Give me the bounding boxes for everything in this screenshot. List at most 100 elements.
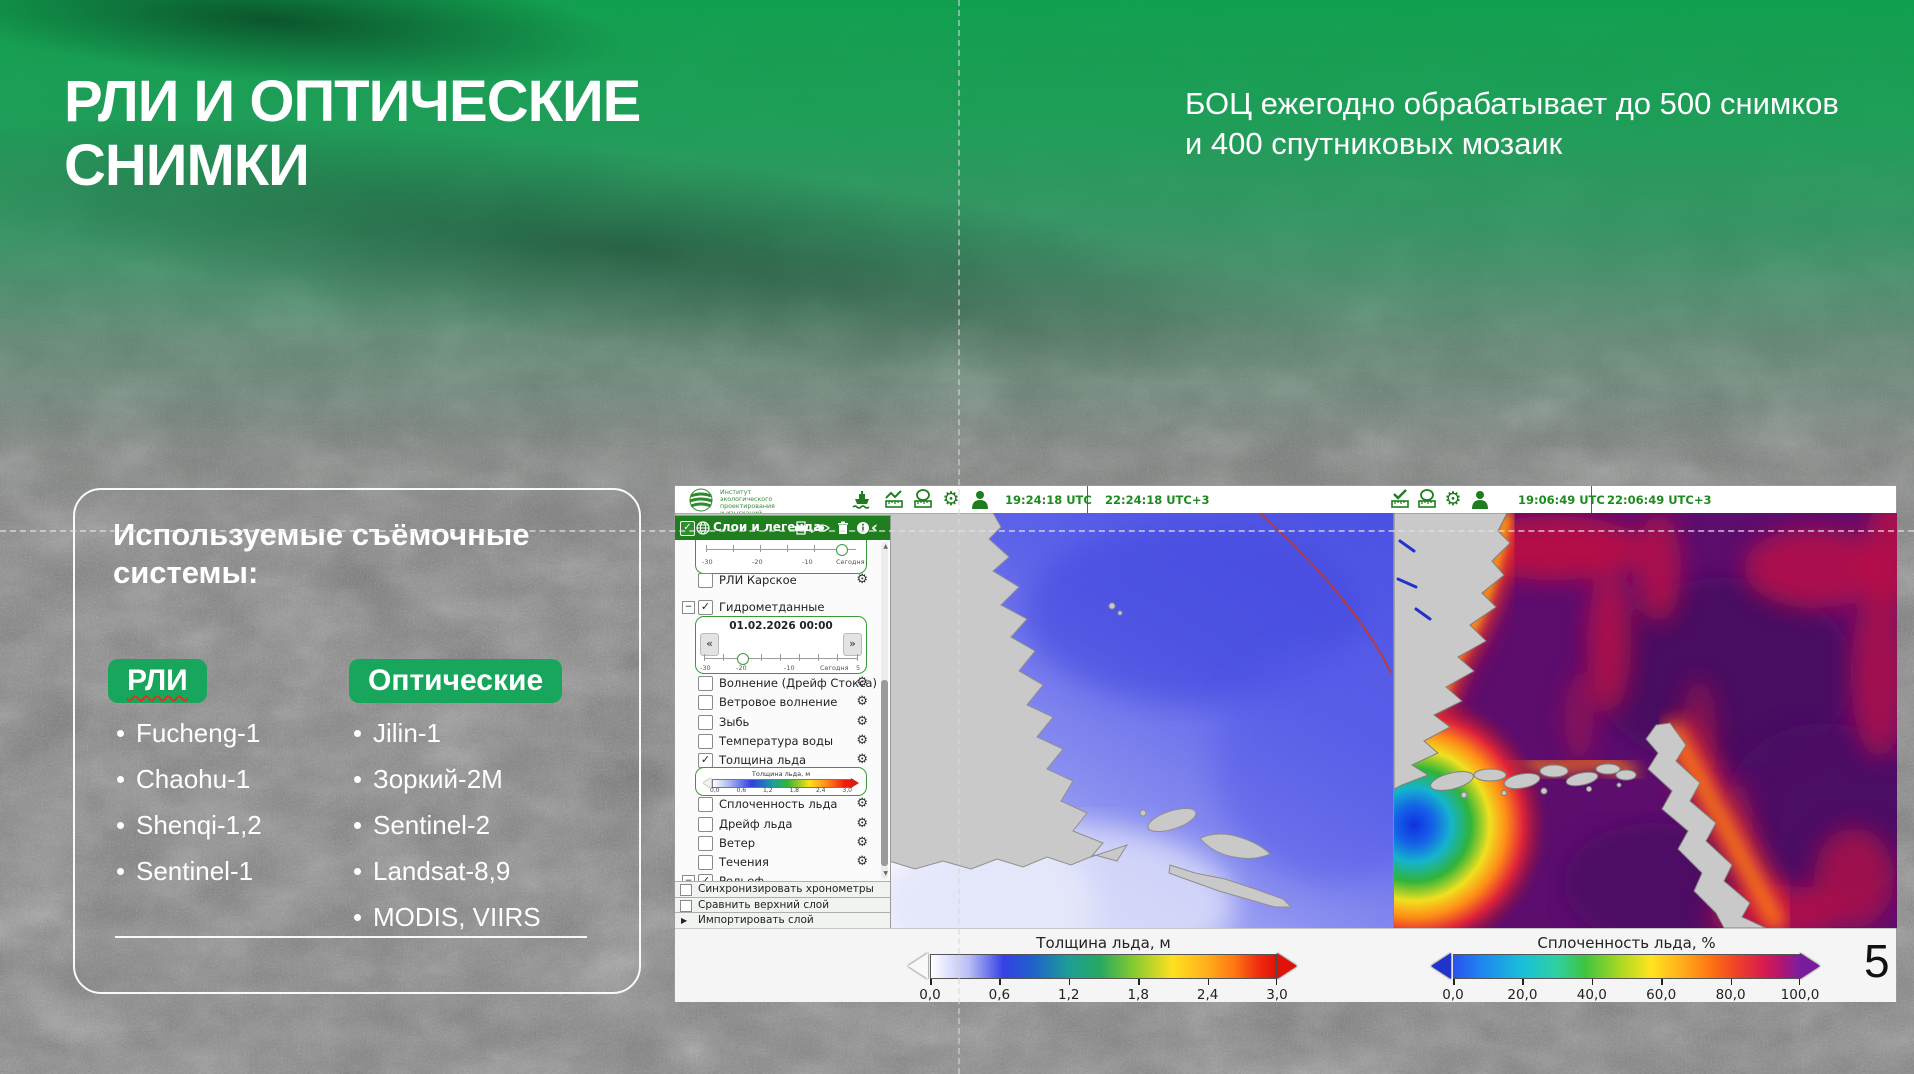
eye-icon[interactable] — [814, 520, 830, 536]
sync-checkbox[interactable] — [680, 884, 692, 896]
compare-checkbox[interactable] — [680, 900, 692, 912]
badge-optical: Оптические — [349, 659, 562, 703]
local-time-right: 22:06:49 UTC+3 — [1607, 493, 1711, 507]
timeline-label: -30 — [700, 664, 711, 672]
collapse-group-box[interactable]: − — [682, 601, 695, 614]
map-viewport-ice-concentration[interactable] — [1393, 513, 1897, 928]
current-datetime: 01.02.2026 00:00 — [696, 620, 866, 632]
layer-row[interactable]: Ветровое волнение ⚙ — [675, 693, 890, 711]
layer-checkbox[interactable]: ✓ — [698, 753, 713, 768]
layer-row-cut[interactable]: − ✓ Рельеф — [675, 872, 890, 881]
timeline-handle[interactable] — [836, 544, 848, 556]
layer-settings-gear-icon[interactable]: ⚙ — [856, 675, 868, 690]
utc-time-left: 19:24:18 UTC — [1005, 493, 1092, 507]
layer-row[interactable]: Температура воды ⚙ — [675, 732, 890, 750]
settings-gear-icon[interactable]: ⚙ — [939, 489, 963, 510]
badge-optical-label: Оптические — [368, 664, 543, 697]
systems-card: Используемые съёмочные системы: РЛИ Опти… — [73, 488, 641, 994]
timeline-label: Сегодня — [820, 664, 849, 672]
app-header: Институт экологического проектирования и… — [675, 486, 1896, 513]
layer-checkbox[interactable] — [698, 855, 713, 870]
layer-checkbox[interactable] — [698, 797, 713, 812]
settings-gear-icon[interactable]: ⚙ — [1441, 489, 1465, 510]
next-step-button[interactable]: » — [843, 633, 862, 656]
upper-layer-timeline[interactable]: -30 -20 -10 Сегодня — [695, 540, 867, 574]
layer-checkbox[interactable] — [698, 676, 713, 691]
timeline-label: -10 — [802, 558, 813, 566]
layer-settings-gear-icon[interactable]: ⚙ — [856, 733, 868, 748]
prev-step-button[interactable]: « — [700, 633, 719, 656]
legend-tick-label: 20,0 — [1507, 987, 1537, 1003]
layer-settings-gear-icon[interactable]: ⚙ — [856, 752, 868, 767]
layer-checkbox[interactable] — [698, 817, 713, 832]
user-icon[interactable] — [968, 489, 992, 510]
gis-app-window: Институт экологического проектирования и… — [675, 486, 1896, 1001]
header-separator — [1591, 486, 1592, 513]
layer-row[interactable]: Дрейф льда ⚙ — [675, 815, 890, 833]
legend-tick-label: 100,0 — [1781, 987, 1820, 1003]
expand-triangle-icon: ▶ — [681, 916, 687, 925]
scroll-down-icon[interactable]: ▼ — [883, 870, 888, 877]
legend-tick-label: 1,8 — [1127, 987, 1148, 1003]
info-icon[interactable] — [855, 520, 871, 536]
legend-right-arrow-icon — [851, 778, 859, 788]
balloon-measure-icon[interactable] — [1415, 489, 1439, 510]
layer-row[interactable]: Течения ⚙ — [675, 853, 890, 871]
layer-settings-gear-icon[interactable]: ⚙ — [856, 714, 868, 729]
legend-right-arrow-icon — [1277, 953, 1297, 979]
optical-satellite-list: Jilin-1 Зоркий-2М Sentinel-2 Landsat-8,9… — [373, 720, 541, 950]
globe-icon — [695, 520, 711, 536]
ice-thickness-colorbar — [930, 954, 1277, 979]
print-icon[interactable] — [793, 520, 809, 536]
list-item: Fucheng-1 — [136, 720, 262, 746]
layer-checkbox[interactable] — [698, 715, 713, 730]
legend-title: Толщина льда, м — [930, 934, 1277, 952]
legend-left-arrow-icon — [908, 953, 928, 979]
layers-panel-footer: Синхронизировать хронометры Сравнить вер… — [675, 881, 890, 928]
balloon-measure-icon[interactable] — [911, 489, 935, 510]
layer-checkbox[interactable] — [698, 734, 713, 749]
user-icon[interactable] — [1468, 489, 1492, 510]
sync-chronometers-row[interactable]: Синхронизировать хронометры — [675, 881, 890, 897]
compare-top-layer-row[interactable]: Сравнить верхний слой — [675, 897, 890, 913]
layer-settings-gear-icon[interactable]: ⚙ — [856, 816, 868, 831]
layer-row[interactable]: Волнение (Дрейф Стокса) ⚙ — [675, 674, 890, 692]
badge-rli-label: РЛИ — [127, 664, 188, 697]
layer-settings-gear-icon[interactable]: ⚙ — [856, 694, 868, 709]
legend-title: Сплоченность льда, % — [1453, 934, 1800, 952]
chart-measure-icon[interactable] — [882, 489, 906, 510]
legend-tick-label: 60,0 — [1646, 987, 1676, 1003]
layer-settings-gear-icon[interactable]: ⚙ — [856, 854, 868, 869]
trash-icon[interactable] — [835, 520, 851, 536]
layer-checkbox[interactable] — [698, 836, 713, 851]
list-item: MODIS, VIIRS — [373, 904, 541, 930]
layer-checkbox[interactable] — [698, 695, 713, 710]
slide-subtitle: БОЦ ежегодно обрабатывает до 500 снимков… — [1185, 84, 1840, 165]
layer-row-rli-karskoe[interactable]: РЛИ Карское ⚙ — [675, 571, 890, 589]
layer-checkbox[interactable]: ✓ — [698, 874, 713, 881]
layer-checkbox[interactable]: ✓ — [698, 600, 713, 615]
ice-thickness-mini-legend: Толщина льда, м 0,00,6 1,21,8 2,43,0 — [695, 767, 867, 796]
check-measure-icon[interactable] — [1388, 489, 1412, 510]
layer-checkbox[interactable] — [698, 573, 713, 588]
import-layer-row[interactable]: ▶ Импортировать слой — [675, 912, 890, 928]
layers-panel-titlebar[interactable]: ✓ Слои и легенда — [675, 516, 890, 540]
timeline-label: -20 — [736, 664, 747, 672]
layer-row[interactable]: Зыбь ⚙ — [675, 713, 890, 731]
layers-master-checkbox[interactable]: ✓ — [680, 521, 695, 536]
layer-row[interactable]: Сплоченность льда ⚙ — [675, 795, 890, 813]
layer-settings-gear-icon[interactable]: ⚙ — [856, 835, 868, 850]
scroll-up-icon[interactable]: ▲ — [883, 543, 888, 550]
panel-scrollbar-thumb[interactable] — [881, 680, 888, 866]
layer-settings-gear-icon[interactable]: ⚙ — [856, 796, 868, 811]
layer-group-hydromet[interactable]: − ✓ Гидрометданные — [675, 598, 890, 616]
timeline-label: -10 — [784, 664, 795, 672]
layer-row[interactable]: Ветер ⚙ — [675, 834, 890, 852]
legend-tick-label: 2,4 — [1197, 987, 1218, 1003]
legend-tick-label: 80,0 — [1716, 987, 1746, 1003]
slide-title: РЛИ И ОПТИЧЕСКИЕ СНИМКИ — [64, 70, 640, 198]
vessel-icon[interactable] — [850, 489, 874, 510]
layer-settings-gear-icon[interactable]: ⚙ — [856, 572, 868, 587]
collapse-panel-icon[interactable]: ‹ — [871, 518, 878, 538]
legend-tick-label: 3,0 — [1266, 987, 1287, 1003]
